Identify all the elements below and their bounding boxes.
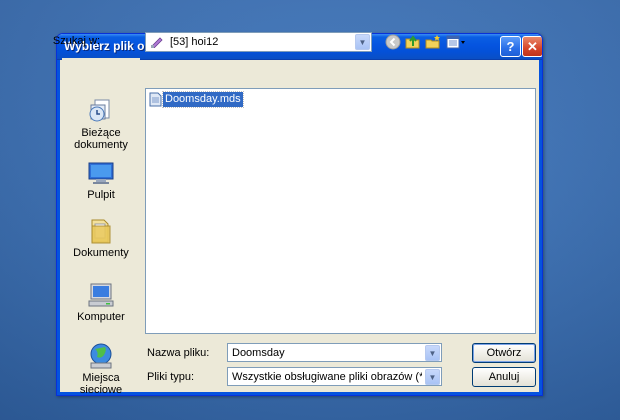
open-button[interactable]: Otwórz (472, 343, 536, 363)
filename-label: Nazwa pliku: (147, 347, 210, 359)
view-menu-icon[interactable] (445, 33, 467, 51)
place-label: Miejsca sieciowe (79, 372, 123, 396)
place-desktop[interactable]: Pulpit (62, 158, 140, 201)
cancel-button[interactable]: Anuluj (472, 367, 536, 387)
place-computer[interactable]: Komputer (62, 280, 140, 323)
file-icon (149, 92, 162, 107)
filetype-value: Wszystkie obsługiwane pliki obrazów (*.m… (232, 371, 422, 383)
chevron-down-icon[interactable]: ▼ (425, 369, 440, 385)
window-border-right (539, 60, 542, 395)
file-name: Doomsday.mds (162, 91, 244, 108)
network-places-icon (90, 343, 112, 369)
desktop-icon (88, 162, 114, 184)
window-border-left (57, 60, 60, 395)
lookin-value: [53] hoi12 (170, 36, 219, 48)
file-list[interactable]: Doomsday.mds (145, 88, 536, 334)
lookin-combo[interactable]: [53] hoi12 ▼ (145, 32, 372, 52)
computer-icon (88, 283, 114, 307)
back-icon[interactable] (384, 33, 402, 51)
filetype-label: Pliki typu: (147, 371, 195, 383)
place-label: Dokumenty (73, 247, 129, 259)
filename-value: Doomsday (232, 347, 285, 359)
lookin-label: Szukaj w: (52, 35, 100, 47)
new-folder-icon[interactable] (424, 33, 442, 51)
place-label: Bieżące dokumenty (74, 127, 128, 151)
place-label: Komputer (77, 311, 125, 323)
place-network[interactable]: Miejsca sieciowe (62, 341, 140, 396)
places-bar: Bieżące dokumenty Pulpit Dokumenty Kompu… (62, 58, 140, 396)
drive-icon (151, 37, 163, 48)
close-button[interactable]: ✕ (522, 36, 542, 57)
place-recent-documents[interactable]: Bieżące dokumenty (62, 96, 140, 151)
filename-field[interactable]: Doomsday ▼ (227, 343, 442, 362)
chevron-down-icon[interactable]: ▼ (425, 345, 440, 361)
place-label: Pulpit (87, 189, 115, 201)
up-folder-icon[interactable] (404, 33, 422, 51)
place-documents[interactable]: Dokumenty (62, 216, 140, 259)
documents-folder-icon (91, 219, 111, 244)
chevron-down-icon[interactable]: ▼ (355, 34, 370, 50)
filetype-select[interactable]: Wszystkie obsługiwane pliki obrazów (*.m… (227, 367, 442, 386)
help-button[interactable]: ? (500, 36, 521, 57)
recent-documents-icon (89, 99, 110, 122)
